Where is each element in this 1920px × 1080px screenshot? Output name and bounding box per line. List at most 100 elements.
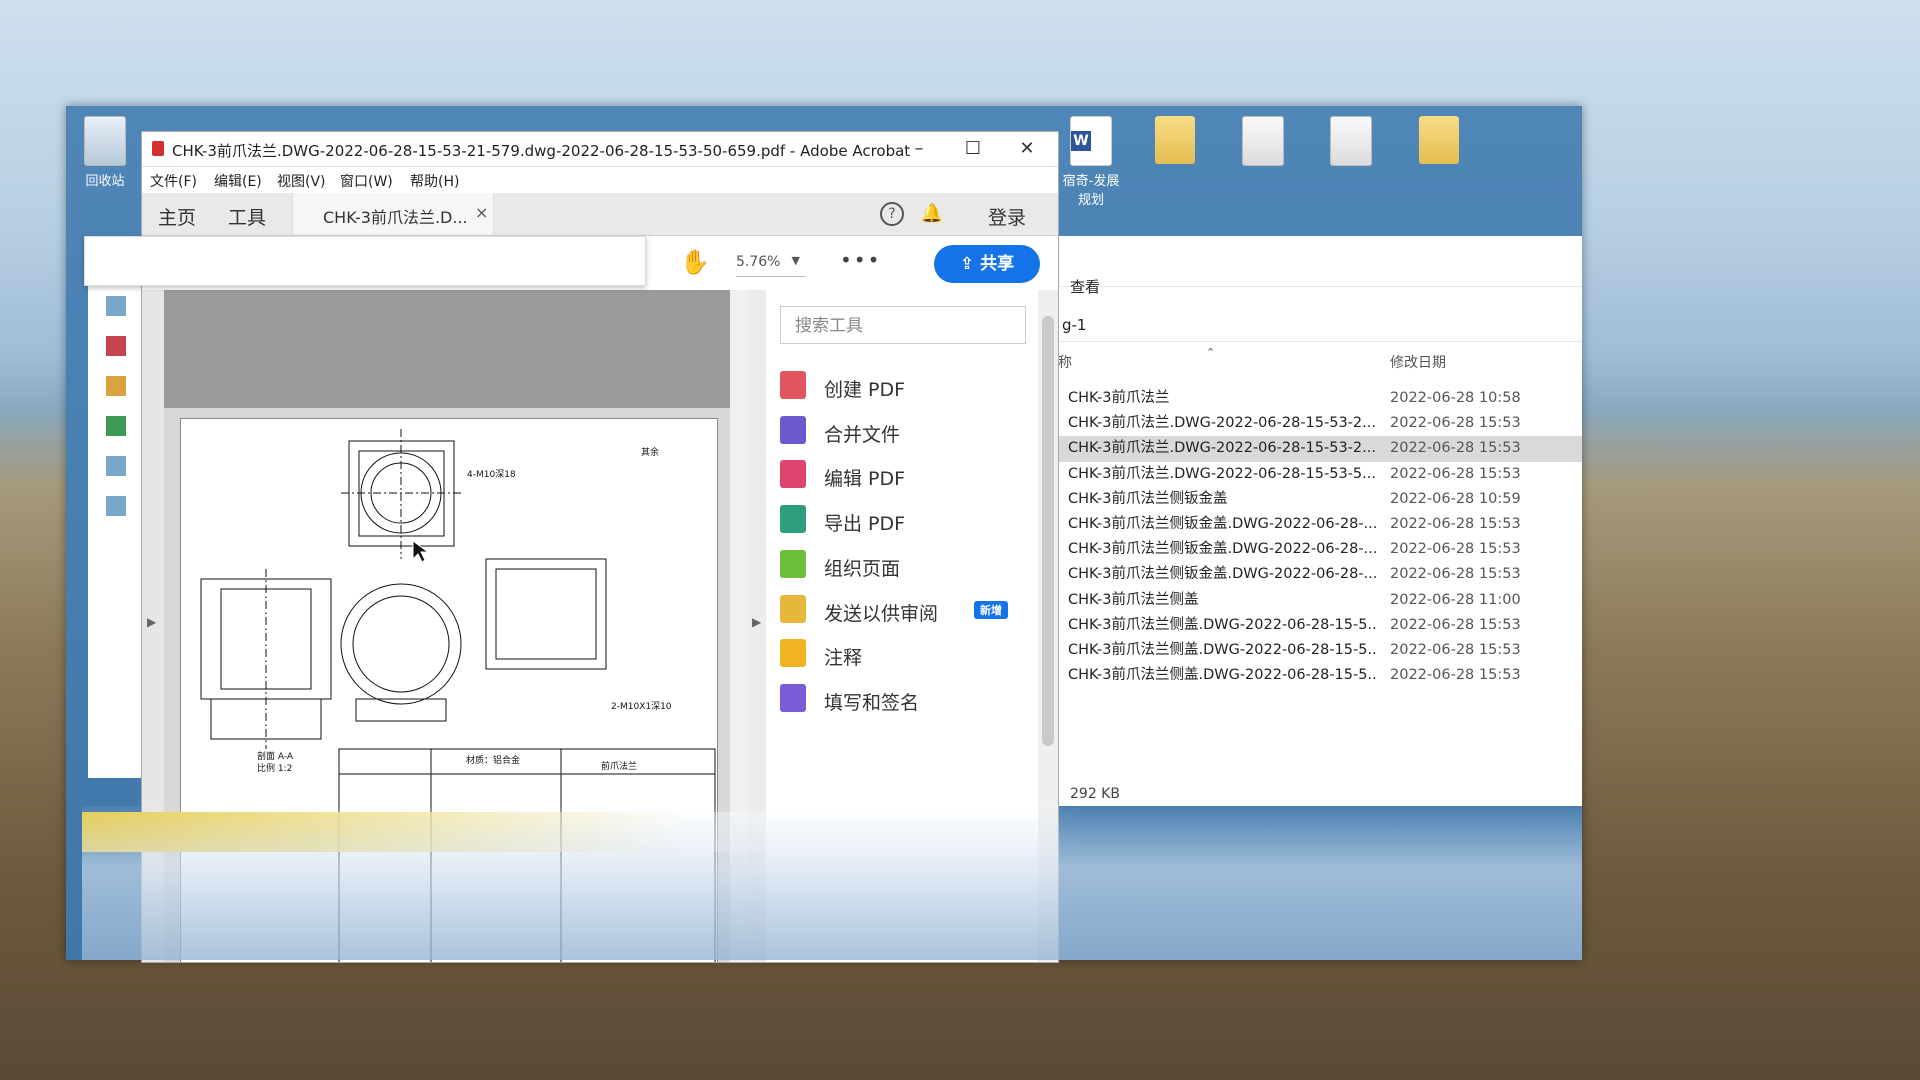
menu-file[interactable]: 文件(F) — [150, 171, 197, 191]
floating-search-bar[interactable] — [84, 236, 646, 286]
file-modified-date: 2022-06-28 15:53 — [1390, 465, 1521, 482]
document-icon — [1242, 116, 1284, 166]
nav-item[interactable] — [88, 486, 142, 526]
drawing-label: 4-M10深18 — [467, 469, 516, 480]
send-review-icon — [780, 594, 806, 623]
explorer-address-bar[interactable]: g-1 — [1056, 308, 1582, 342]
file-modified-date: 2022-06-28 15:53 — [1390, 641, 1521, 658]
menu-window[interactable]: 窗口(W) — [340, 171, 393, 191]
close-tab-button[interactable]: × — [475, 203, 488, 222]
file-row[interactable]: CHK-3前爪法兰侧钣金盖.DWG-2022-06-28-... 2022-06-… — [1056, 512, 1582, 537]
close-window-button[interactable]: ✕ — [1000, 132, 1054, 166]
drawing-label: 其余 — [641, 446, 659, 458]
word-document-shortcut[interactable]: 宿奇-发展 规划 — [1056, 116, 1126, 208]
hand-tool-icon[interactable]: ✋ — [680, 248, 710, 276]
document-scrollbar[interactable] — [730, 290, 748, 962]
nav-item[interactable] — [88, 366, 142, 406]
file-row[interactable]: CHK-3前爪法兰侧盖 2022-06-28 11:00 — [1056, 588, 1582, 613]
nav-item[interactable] — [88, 406, 142, 446]
new-badge: 新增 — [974, 600, 1008, 619]
menu-help[interactable]: 帮助(H) — [410, 171, 459, 191]
file-name: CHK-3前爪法兰侧钣金盖 — [1068, 490, 1228, 507]
file-row[interactable]: CHK-3前爪法兰侧盖.DWG-2022-06-28-15-5... 2022-0… — [1056, 613, 1582, 638]
recycle-bin-shortcut[interactable]: 回收站 — [76, 116, 134, 189]
column-name[interactable]: 称 — [1058, 352, 1072, 372]
file-list-header: 称 ⌃ 修改日期 — [1056, 346, 1582, 374]
tools-pane: 搜索工具 创建 PDF 合并文件 编辑 PDF 导出 PDF 组织页面发送以供审阅 新增注… — [766, 290, 1038, 962]
notification-bell-icon[interactable]: 🔔 — [920, 202, 944, 226]
chevron-down-icon: ▼ — [791, 254, 800, 267]
app-icon — [106, 496, 126, 516]
tool-fill-sign[interactable]: 填写和签名 — [780, 679, 1020, 719]
document-tab[interactable]: CHK-3前爪法兰.D... × — [292, 193, 494, 235]
word-doc-label-line1: 宿奇-发展 — [1062, 174, 1120, 189]
desktop-folder-1[interactable] — [1146, 116, 1204, 168]
pdf-page[interactable]: 其余 4-M10深18 2-M10X1深10 剖面 A-A 比例 1:2 材质：… — [180, 418, 718, 962]
tool-combine-files[interactable]: 合并文件 — [780, 411, 1020, 451]
ribbon-tab-view[interactable]: 查看 — [1070, 276, 1100, 297]
drawing-label: 2-M10X1深10 — [611, 701, 672, 712]
search-tools-input[interactable]: 搜索工具 — [780, 306, 1026, 344]
nav-item[interactable] — [88, 446, 142, 486]
file-modified-date: 2022-06-28 10:59 — [1390, 490, 1521, 507]
tab-home[interactable]: 主页 — [158, 203, 196, 230]
file-row[interactable]: CHK-3前爪法兰侧钣金盖 2022-06-28 10:59 — [1056, 487, 1582, 512]
drawing-label: 材质：铝合金 — [466, 754, 520, 766]
taskbar-highlight — [82, 812, 1082, 852]
export-pdf-icon — [780, 505, 806, 534]
column-modified-date[interactable]: 修改日期 — [1390, 352, 1446, 372]
tool-label: 发送以供审阅 — [824, 602, 939, 625]
desktop-file-1[interactable] — [1234, 116, 1292, 170]
collapse-tools-pane-icon[interactable]: ▶ — [752, 615, 761, 629]
tool-label: 创建 PDF — [824, 379, 906, 401]
menu-edit[interactable]: 编辑(E) — [214, 171, 262, 191]
minimize-button[interactable]: – — [892, 132, 946, 166]
sign-in-button[interactable]: 登录 — [988, 203, 1026, 230]
tool-export-pdf[interactable]: 导出 PDF — [780, 500, 1020, 540]
file-row[interactable]: CHK-3前爪法兰.DWG-2022-06-28-15-53-2... 2022-… — [1056, 411, 1582, 436]
file-modified-date: 2022-06-28 15:53 — [1390, 541, 1521, 558]
file-modified-date: 2022-06-28 15:53 — [1390, 566, 1521, 583]
share-button[interactable]: ⇪ 共享 — [934, 245, 1040, 283]
app-icon — [106, 376, 126, 396]
tool-send-review[interactable]: 发送以供审阅 新增 — [780, 590, 1020, 630]
cad-drawing: 其余 4-M10深18 2-M10X1深10 剖面 A-A 比例 1:2 材质：… — [200, 429, 716, 962]
file-name: CHK-3前爪法兰 — [1068, 390, 1170, 406]
share-icon: ⇪ — [959, 254, 975, 274]
file-row[interactable]: CHK-3前爪法兰侧钣金盖.DWG-2022-06-28-... 2022-06-… — [1056, 562, 1582, 587]
help-icon[interactable]: ? — [880, 202, 904, 226]
tools-pane-scrollbar[interactable] — [1038, 290, 1058, 962]
menu-view[interactable]: 视图(V) — [277, 171, 326, 191]
tab-tools[interactable]: 工具 — [228, 203, 266, 230]
tool-create-pdf[interactable]: 创建 PDF — [780, 366, 1020, 406]
file-row[interactable]: CHK-3前爪法兰.DWG-2022-06-28-15-53-2... 2022-… — [1056, 436, 1582, 462]
pdf-file-icon — [152, 141, 164, 156]
nav-item[interactable] — [88, 286, 142, 326]
file-modified-date: 2022-06-28 10:58 — [1390, 390, 1521, 406]
file-name: CHK-3前爪法兰侧盖 — [1068, 591, 1199, 608]
menu-bar: 文件(F) 编辑(E) 视图(V) 窗口(W) 帮助(H) — [142, 167, 1058, 193]
maximize-button[interactable]: ☐ — [946, 132, 1000, 166]
file-row[interactable]: CHK-3前爪法兰侧钣金盖.DWG-2022-06-28-... 2022-06-… — [1056, 537, 1582, 562]
tool-organize-pages[interactable]: 组织页面 — [780, 545, 1020, 585]
expand-left-pane-icon[interactable]: ▶ — [147, 615, 156, 629]
folder-icon — [1155, 116, 1195, 164]
file-row[interactable]: CHK-3前爪法兰.DWG-2022-06-28-15-53-5... 2022-… — [1056, 462, 1582, 487]
desktop-file-2[interactable] — [1322, 116, 1380, 170]
desktop-folder-2[interactable] — [1410, 116, 1468, 168]
file-modified-date: 2022-06-28 15:53 — [1390, 415, 1521, 432]
mouse-cursor — [412, 540, 430, 563]
tool-edit-pdf[interactable]: 编辑 PDF — [780, 455, 1020, 495]
more-options-icon[interactable]: ••• — [840, 248, 881, 272]
file-row[interactable]: CHK-3前爪法兰侧盖.DWG-2022-06-28-15-5... 2022-0… — [1056, 638, 1582, 663]
zoom-level-dropdown[interactable]: 5.76% ▼ — [736, 254, 806, 277]
file-row[interactable]: CHK-3前爪法兰侧盖.DWG-2022-06-28-15-5... 2022-0… — [1056, 663, 1582, 688]
drawing-label: 剖面 A-A — [257, 750, 294, 762]
scrollbar-thumb[interactable] — [1042, 316, 1054, 746]
recycle-bin-icon — [84, 116, 126, 166]
document-view[interactable]: 其余 4-M10深18 2-M10X1深10 剖面 A-A 比例 1:2 材质：… — [164, 290, 730, 962]
nav-item[interactable] — [88, 326, 142, 366]
tool-label: 组织页面 — [824, 557, 901, 580]
file-row[interactable]: CHK-3前爪法兰 2022-06-28 10:58 — [1056, 386, 1582, 411]
tool-comment[interactable]: 注释 — [780, 634, 1020, 674]
